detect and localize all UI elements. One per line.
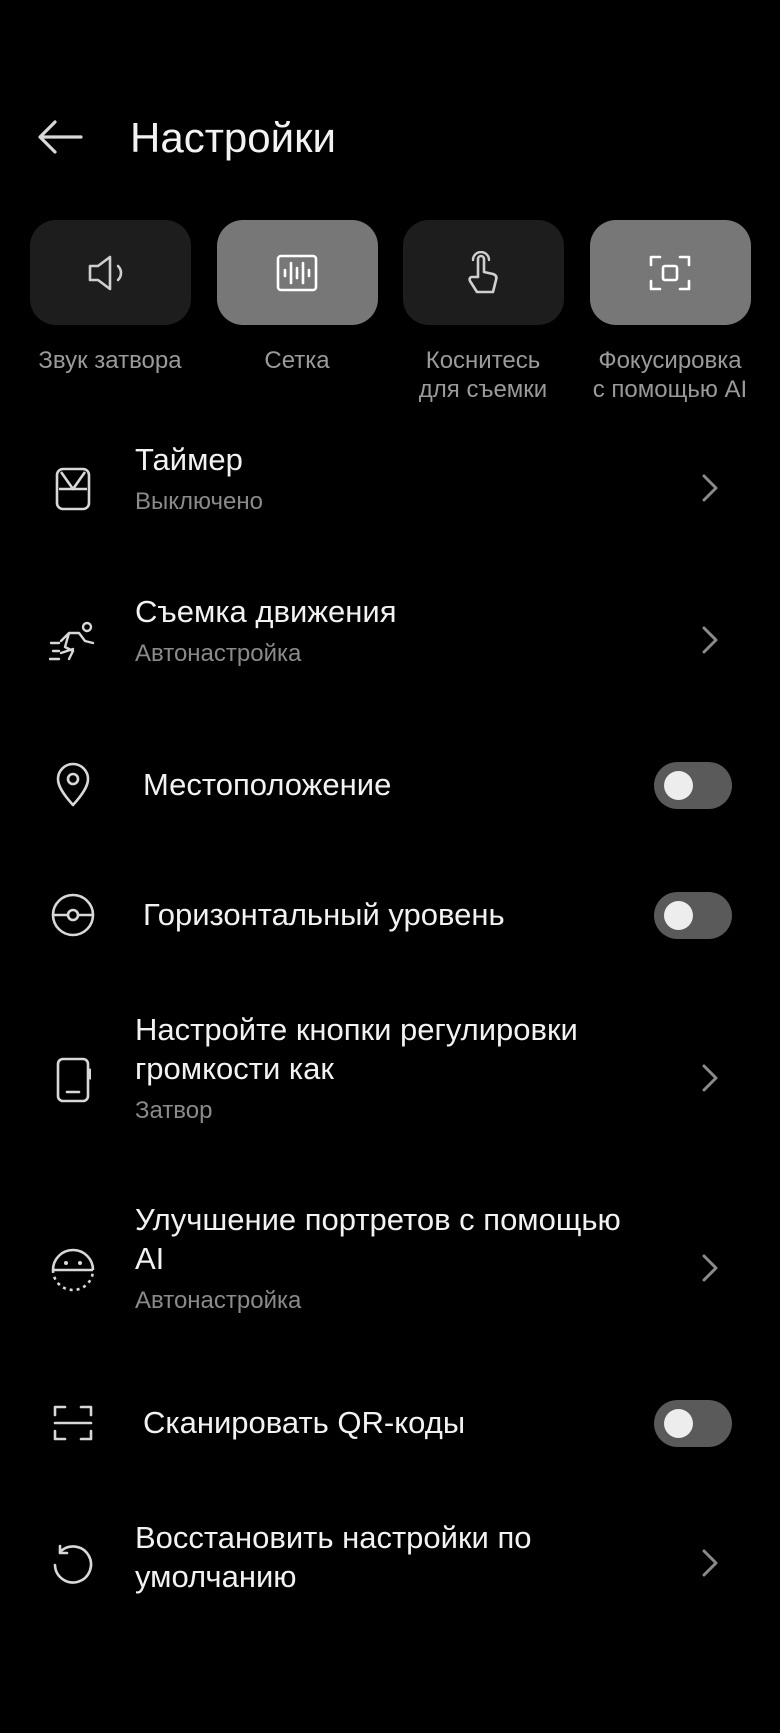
grid-label: Сетка <box>264 347 330 374</box>
portrait-ai-title: Улучшение портретов с помощью AI <box>135 1202 621 1276</box>
setting-portrait-ai[interactable]: Улучшение портретов с помощью AI Автонас… <box>0 1200 780 1350</box>
motion-value: Автонастройка <box>135 640 302 667</box>
ai-focus-label: Фокусировка с помощью AI <box>592 347 748 403</box>
setting-scan-qr[interactable]: Сканировать QR-коды <box>0 1388 780 1458</box>
shutter-sound-label: Звук затвора <box>38 347 182 374</box>
qr-text: Сканировать QR-коды <box>143 1403 663 1442</box>
setting-motion-capture[interactable]: Съемка движения Автонастройка <box>0 592 780 702</box>
level-toggle[interactable] <box>654 892 732 939</box>
timer-text: Таймер Выключено <box>135 440 655 517</box>
grid-icon <box>275 253 319 293</box>
qr-title: Сканировать QR-коды <box>143 1405 466 1440</box>
quick-touch-shoot: Коснитесь для съемки <box>388 220 578 404</box>
volume-keys-value: Затвор <box>135 1097 213 1124</box>
app-header: Настройки <box>0 100 780 180</box>
timer-title: Таймер <box>135 442 243 477</box>
volume-keys-text: Настройте кнопки регулировки громкости к… <box>135 1010 655 1126</box>
quick-grid: Сетка <box>202 220 392 375</box>
toggle-knob <box>664 901 693 930</box>
quick-settings: Звук затвора Сетка Коснитесь для съемки … <box>0 220 780 420</box>
chevron-right-icon <box>695 1543 725 1583</box>
chevron-right-icon <box>695 1058 725 1098</box>
portrait-ai-value: Автонастройка <box>135 1287 302 1314</box>
phone-volume-icon <box>48 1055 98 1105</box>
portrait-ai-text: Улучшение портретов с помощью AI Автонас… <box>135 1200 655 1316</box>
reset-title: Восстановить настройки по умолчанию <box>135 1520 532 1594</box>
page-title: Настройки <box>130 114 336 161</box>
scan-icon <box>48 1398 98 1448</box>
speaker-icon <box>87 253 133 293</box>
location-title: Местоположение <box>143 767 392 802</box>
toggle-knob <box>664 771 693 800</box>
touch-icon <box>463 250 503 295</box>
hourglass-icon <box>48 464 98 514</box>
setting-horizontal-level[interactable]: Горизонтальный уровень <box>0 880 780 950</box>
level-title: Горизонтальный уровень <box>143 897 505 932</box>
motion-text: Съемка движения Автонастройка <box>135 592 655 669</box>
ai-focus-tile[interactable] <box>589 220 751 325</box>
location-toggle[interactable] <box>654 762 732 809</box>
shutter-sound-tile[interactable] <box>29 220 191 325</box>
quick-ai-focus: Фокусировка с помощью AI <box>575 220 765 404</box>
chevron-right-icon <box>695 1248 725 1288</box>
setting-timer[interactable]: Таймер Выключено <box>0 440 780 550</box>
motion-title: Съемка движения <box>135 594 397 629</box>
reset-icon <box>48 1540 98 1590</box>
level-icon <box>48 890 98 940</box>
setting-volume-keys[interactable]: Настройте кнопки регулировки громкости к… <box>0 1010 780 1160</box>
setting-reset-defaults[interactable]: Восстановить настройки по умолчанию <box>0 1518 780 1618</box>
timer-value: Выключено <box>135 488 263 515</box>
focus-frame-icon <box>648 253 692 293</box>
qr-toggle[interactable] <box>654 1400 732 1447</box>
location-text: Местоположение <box>143 765 663 804</box>
touch-shoot-label: Коснитесь для съемки <box>418 347 548 403</box>
quick-shutter-sound: Звук затвора <box>15 220 205 375</box>
location-pin-icon <box>48 760 98 810</box>
reset-text: Восстановить настройки по умолчанию <box>135 1518 655 1596</box>
chevron-right-icon <box>695 468 725 508</box>
running-icon <box>48 616 98 666</box>
level-text: Горизонтальный уровень <box>143 895 663 934</box>
touch-shoot-tile[interactable] <box>402 220 564 325</box>
chevron-right-icon <box>695 620 725 660</box>
arrow-left-icon <box>37 119 83 155</box>
face-icon <box>48 1245 98 1295</box>
back-button[interactable] <box>30 112 90 162</box>
setting-location[interactable]: Местоположение <box>0 750 780 820</box>
grid-tile[interactable] <box>216 220 378 325</box>
toggle-knob <box>664 1409 693 1438</box>
volume-keys-title: Настройте кнопки регулировки громкости к… <box>135 1012 578 1086</box>
